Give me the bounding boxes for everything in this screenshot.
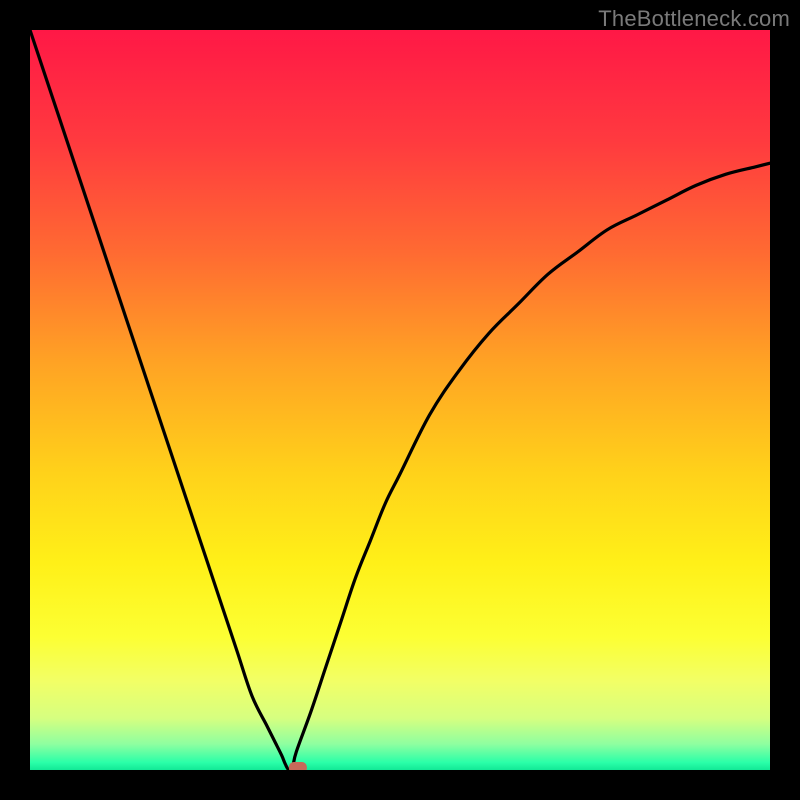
watermark-text: TheBottleneck.com [598,6,790,32]
marker-point [289,762,307,770]
gradient-background [30,30,770,770]
plot-area [30,30,770,770]
chart-stage: TheBottleneck.com [0,0,800,800]
plot-svg [30,30,770,770]
